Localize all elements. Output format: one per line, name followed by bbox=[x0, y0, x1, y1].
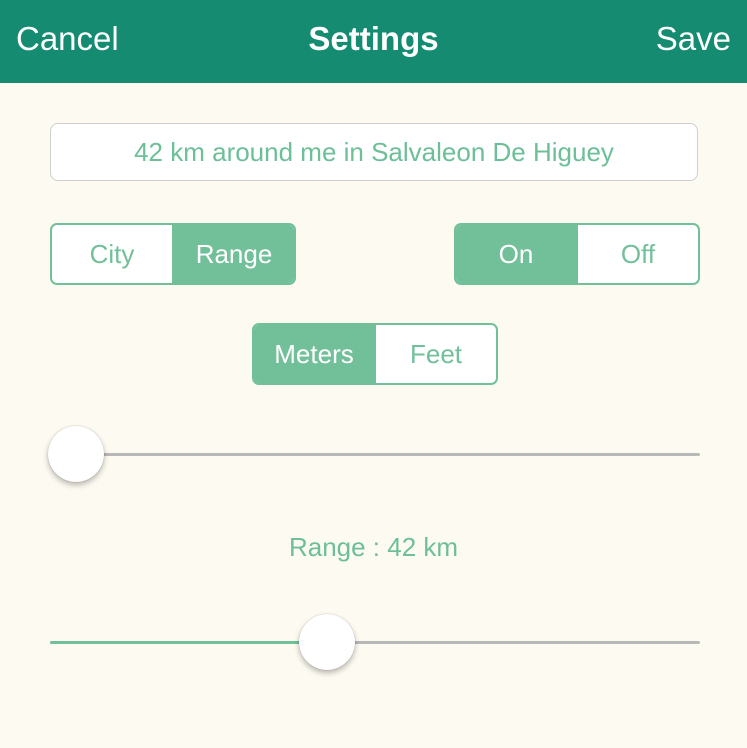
city-range-segmented-control: City Range bbox=[50, 223, 296, 285]
range-label: Range : 42 km bbox=[288, 532, 459, 562]
top-slider[interactable] bbox=[48, 424, 700, 484]
segment-on[interactable]: On bbox=[456, 225, 576, 283]
slider-thumb[interactable] bbox=[48, 426, 104, 482]
segment-meters[interactable]: Meters bbox=[254, 325, 374, 383]
page-title: Settings bbox=[308, 20, 439, 57]
segment-city[interactable]: City bbox=[52, 225, 172, 283]
segment-off[interactable]: Off bbox=[576, 225, 698, 283]
units-segmented-control: Meters Feet bbox=[252, 323, 498, 385]
save-button[interactable]: Save bbox=[656, 18, 731, 60]
segment-feet[interactable]: Feet bbox=[374, 325, 496, 383]
navigation-bar: Cancel Settings Save bbox=[0, 0, 747, 83]
on-off-segmented-control: On Off bbox=[454, 223, 700, 285]
location-summary-field[interactable]: 42 km around me in Salvaleon De Higuey bbox=[50, 123, 698, 181]
slider-fill bbox=[50, 641, 327, 644]
segment-range[interactable]: Range bbox=[172, 225, 294, 283]
range-slider[interactable] bbox=[50, 612, 700, 672]
slider-thumb[interactable] bbox=[298, 614, 355, 670]
slider-track bbox=[50, 453, 700, 456]
